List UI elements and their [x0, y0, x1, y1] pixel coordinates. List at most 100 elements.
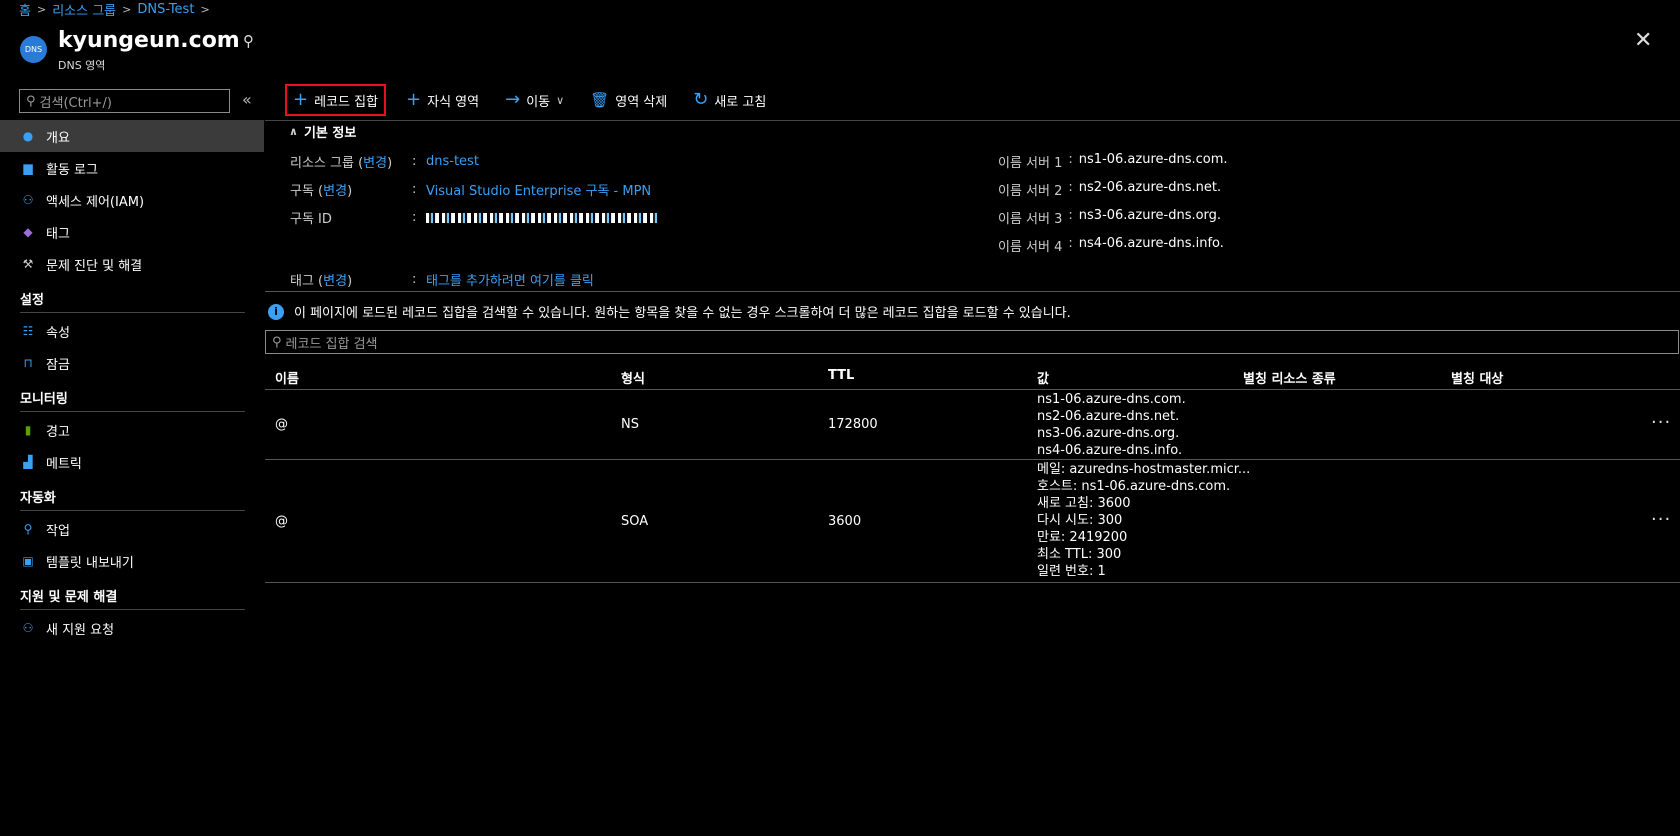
- wrench-icon: ⚒: [22, 257, 34, 271]
- plus-icon: +: [293, 89, 309, 110]
- resource-group-label: 리소스 그룹 (변경): [290, 156, 393, 171]
- add-record-set-button[interactable]: + 레코드 집합: [285, 84, 387, 116]
- sidebar-item-label: 새 지원 요청: [46, 622, 115, 638]
- record-type: SOA: [621, 514, 649, 529]
- refresh-icon: ↻: [693, 89, 709, 110]
- name-server-3: 이름 서버 3: ns3-06.azure-dns.org.: [998, 208, 1221, 227]
- essentials-title: 기본 정보: [303, 126, 357, 141]
- name-server-label: 이름 서버 1: [998, 156, 1063, 171]
- record-value: 메일: azuredns-hostmaster.micr...: [1037, 462, 1251, 477]
- column-name[interactable]: 이름: [275, 368, 299, 387]
- page-subtitle: DNS 영역: [58, 59, 106, 72]
- activity-log-icon: ▆: [23, 161, 33, 175]
- sidebar-item-label: 경고: [46, 424, 70, 440]
- info-icon: i: [268, 303, 284, 320]
- sidebar-item-label: 메트릭: [46, 456, 82, 472]
- subscription-id-label: 구독 ID: [290, 212, 332, 227]
- breadcrumb-dns-test[interactable]: DNS-Test: [137, 2, 194, 17]
- record-value: ns2-06.azure-dns.net.: [1037, 409, 1180, 424]
- record-set-search-input[interactable]: ⚲ 레코드 집합 검색: [265, 330, 1679, 354]
- sidebar-item-label: 개요: [46, 130, 70, 146]
- divider: [20, 609, 245, 610]
- add-child-zone-button[interactable]: + 자식 영역: [400, 84, 485, 116]
- redacted-subscription-id: [426, 212, 658, 223]
- column-value[interactable]: 값: [1037, 368, 1049, 387]
- divider: [20, 312, 245, 313]
- name-server-1: 이름 서버 1: ns1-06.azure-dns.com.: [998, 152, 1228, 171]
- record-type: NS: [621, 417, 639, 432]
- sidebar-item-export-template[interactable]: ▣ 템플릿 내보내기: [0, 545, 264, 577]
- sidebar-item-properties[interactable]: ☷ 속성: [0, 315, 264, 347]
- breadcrumb-resource-groups[interactable]: 리소스 그룹: [52, 0, 116, 19]
- close-icon[interactable]: ✕: [1634, 30, 1652, 52]
- sidebar-group-automation: 자동화: [20, 491, 56, 506]
- name-server-label: 이름 서버 4: [998, 240, 1063, 255]
- divider: [265, 291, 1680, 292]
- chevron-down-icon: ∨: [556, 93, 565, 107]
- delete-zone-button[interactable]: 🗑 영역 삭제: [584, 84, 673, 116]
- support-icon: ⚇: [22, 621, 34, 635]
- search-icon: ⚲: [26, 93, 36, 109]
- record-value: ns4-06.azure-dns.info.: [1037, 443, 1183, 458]
- sidebar-item-label: 템플릿 내보내기: [46, 555, 134, 571]
- trash-icon: 🗑: [590, 91, 610, 109]
- change-tags-link[interactable]: 변경: [323, 274, 347, 289]
- separator: :: [412, 210, 417, 225]
- change-resource-group-link[interactable]: 변경: [363, 156, 387, 171]
- record-search-placeholder: 레코드 집합 검색: [285, 336, 378, 352]
- tags-label: 태그 (변경): [290, 274, 353, 289]
- separator: :: [1068, 180, 1073, 195]
- sidebar-item-alerts[interactable]: ▮ 경고: [0, 414, 264, 446]
- resource-group-link[interactable]: dns-test: [426, 154, 479, 169]
- sidebar-item-overview[interactable]: ● 개요: [0, 120, 264, 152]
- sidebar-item-activity-log[interactable]: ▆ 활동 로그: [0, 152, 264, 184]
- more-options-icon[interactable]: ···: [1651, 412, 1671, 433]
- sidebar-item-tasks[interactable]: ⚲ 작업: [0, 513, 264, 545]
- lock-icon: ⊓: [23, 356, 33, 370]
- pin-icon[interactable]: ⚲: [243, 32, 254, 50]
- chevron-right-icon: >: [200, 2, 210, 16]
- column-type[interactable]: 형식: [621, 368, 645, 387]
- sidebar-item-new-support-request[interactable]: ⚇ 새 지원 요청: [0, 612, 264, 644]
- add-tags-link[interactable]: 태그를 추가하려면 여기를 클릭: [426, 270, 594, 289]
- record-value: ns3-06.azure-dns.org.: [1037, 426, 1180, 441]
- breadcrumb: 홈 > 리소스 그룹 > DNS-Test >: [19, 0, 210, 19]
- more-options-icon[interactable]: ···: [1651, 509, 1671, 530]
- essentials-toggle[interactable]: ∧ 기본 정보: [289, 122, 356, 141]
- record-values: ns1-06.azure-dns.com. ns2-06.azure-dns.n…: [1037, 391, 1186, 459]
- separator: :: [412, 154, 417, 169]
- name-server-value: ns3-06.azure-dns.org.: [1078, 208, 1222, 223]
- record-value: 다시 시도: 300: [1037, 513, 1123, 528]
- column-alias-resource-type[interactable]: 별칭 리소스 종류: [1243, 368, 1336, 387]
- delete-zone-label: 영역 삭제: [615, 94, 668, 110]
- sidebar-search-placeholder: 검색(Ctrl+/): [39, 95, 112, 111]
- collapse-sidebar-icon[interactable]: «: [242, 90, 252, 109]
- record-name[interactable]: @: [275, 417, 288, 432]
- chevron-up-icon: ∧: [289, 125, 298, 138]
- subscription-link[interactable]: Visual Studio Enterprise 구독 - MPN: [426, 180, 651, 199]
- dns-zone-icon: DNS: [20, 36, 47, 63]
- tasks-icon: ⚲: [23, 522, 33, 536]
- tags-row: 태그 (변경) : 태그를 추가하려면 여기를 클릭: [290, 270, 594, 289]
- tag-icon: ◆: [23, 225, 33, 239]
- sidebar-item-locks[interactable]: ⊓ 잠금: [0, 347, 264, 379]
- sidebar-item-label: 작업: [46, 523, 70, 539]
- sidebar-item-metrics[interactable]: ▟ 메트릭: [0, 446, 264, 478]
- sidebar-item-diagnose[interactable]: ⚒ 문제 진단 및 해결: [0, 248, 264, 280]
- sidebar-group-support: 지원 및 문제 해결: [20, 590, 118, 605]
- refresh-button[interactable]: ↻ 새로 고침: [687, 84, 772, 116]
- sidebar-search-input[interactable]: ⚲ 검색(Ctrl+/): [19, 89, 230, 113]
- record-name[interactable]: @: [275, 514, 288, 529]
- sidebar-item-label: 액세스 제어(IAM): [46, 194, 145, 210]
- move-button[interactable]: → 이동 ∨: [499, 84, 570, 116]
- breadcrumb-home[interactable]: 홈: [19, 0, 31, 19]
- column-ttl[interactable]: TTL: [828, 368, 854, 383]
- table-row[interactable]: @ SOA 3600 메일: azuredns-hostmaster.micr.…: [265, 460, 1680, 583]
- column-alias-target[interactable]: 별칭 대상: [1451, 368, 1503, 387]
- sidebar-item-tags[interactable]: ◆ 태그: [0, 216, 264, 248]
- chevron-right-icon: >: [122, 2, 132, 16]
- name-server-label: 이름 서버 3: [998, 212, 1063, 227]
- sidebar-item-iam[interactable]: ⚇ 액세스 제어(IAM): [0, 184, 264, 216]
- change-subscription-link[interactable]: 변경: [323, 184, 347, 199]
- table-row[interactable]: @ NS 172800 ns1-06.azure-dns.com. ns2-06…: [265, 390, 1680, 460]
